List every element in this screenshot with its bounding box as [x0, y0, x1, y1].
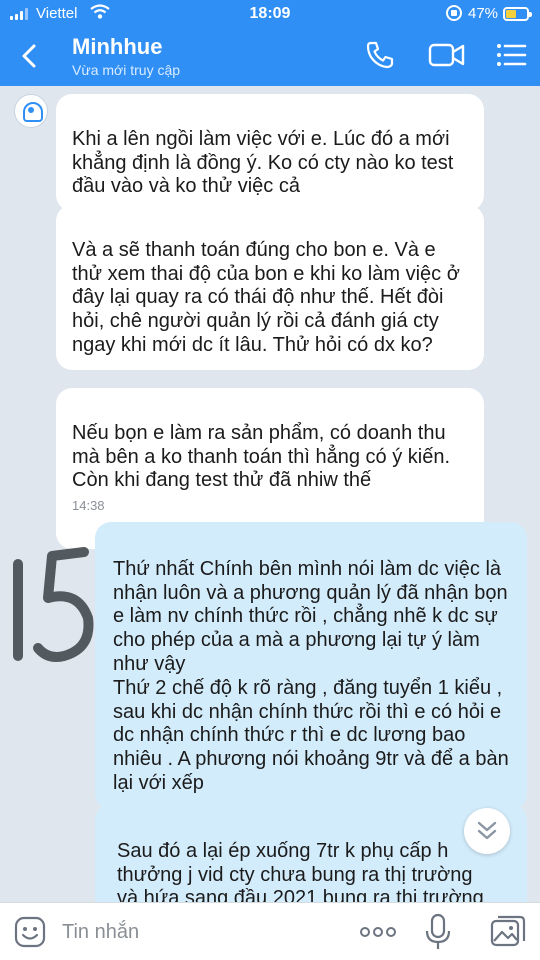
battery-icon	[503, 7, 532, 21]
rotation-lock-icon	[446, 5, 462, 21]
message-text: Khi a lên ngồi làm việc với e. Lúc đó a …	[72, 127, 454, 198]
handwritten-scrawl	[13, 547, 94, 662]
message-list[interactable]: Khi a lên ngồi làm việc với e. Lúc đó a …	[0, 86, 540, 902]
message-text: Thứ nhất Chính bên mình nói làm dc việc …	[113, 557, 509, 794]
phone-icon[interactable]	[364, 40, 398, 70]
image-icon[interactable]	[490, 915, 526, 949]
composer-bar: Tin nhắn	[0, 902, 540, 960]
message-text: Và a sẽ thanh toán đúng cho bon e. Và e …	[72, 238, 460, 356]
battery-percent: 47%	[468, 5, 499, 22]
status-bar: Viettel 18:09 47%	[0, 0, 540, 28]
back-arrow-icon[interactable]	[12, 38, 48, 74]
microphone-icon[interactable]	[424, 913, 452, 951]
message-timestamp: 14:38	[72, 498, 105, 514]
message-bubble-sent[interactable]: Sau đó a lại ép xuống 7tr k phụ cấp h th…	[95, 804, 527, 902]
emoji-icon[interactable]	[14, 916, 46, 948]
message-bubble-received[interactable]: Và a sẽ thanh toán đúng cho bon e. Và e …	[56, 205, 484, 370]
chevron-down-icon	[477, 821, 497, 840]
message-input[interactable]: Tin nhắn	[62, 916, 332, 948]
message-bubble-sent[interactable]: Thứ nhất Chính bên mình nói làm dc việc …	[95, 522, 527, 810]
video-camera-icon[interactable]	[428, 40, 466, 70]
contact-status: Vừa mới truy cập	[72, 62, 181, 78]
chat-header: Viettel 18:09 47% Minhhue Vừa mới truy c…	[0, 0, 540, 86]
message-bubble-received[interactable]: Khi a lên ngồi làm việc với e. Lúc đó a …	[56, 94, 484, 212]
message-text: Sau đó a lại ép xuống 7tr k phụ cấp h th…	[117, 839, 484, 902]
list-menu-icon[interactable]	[494, 38, 528, 72]
contact-avatar[interactable]	[14, 94, 48, 128]
more-dots-icon[interactable]	[358, 919, 398, 945]
scroll-to-bottom-button[interactable]	[464, 808, 510, 854]
message-text: Nếu bọn e làm ra sản phẩm, có doanh thu …	[72, 421, 451, 492]
contact-name[interactable]: Minhhue	[72, 34, 162, 60]
